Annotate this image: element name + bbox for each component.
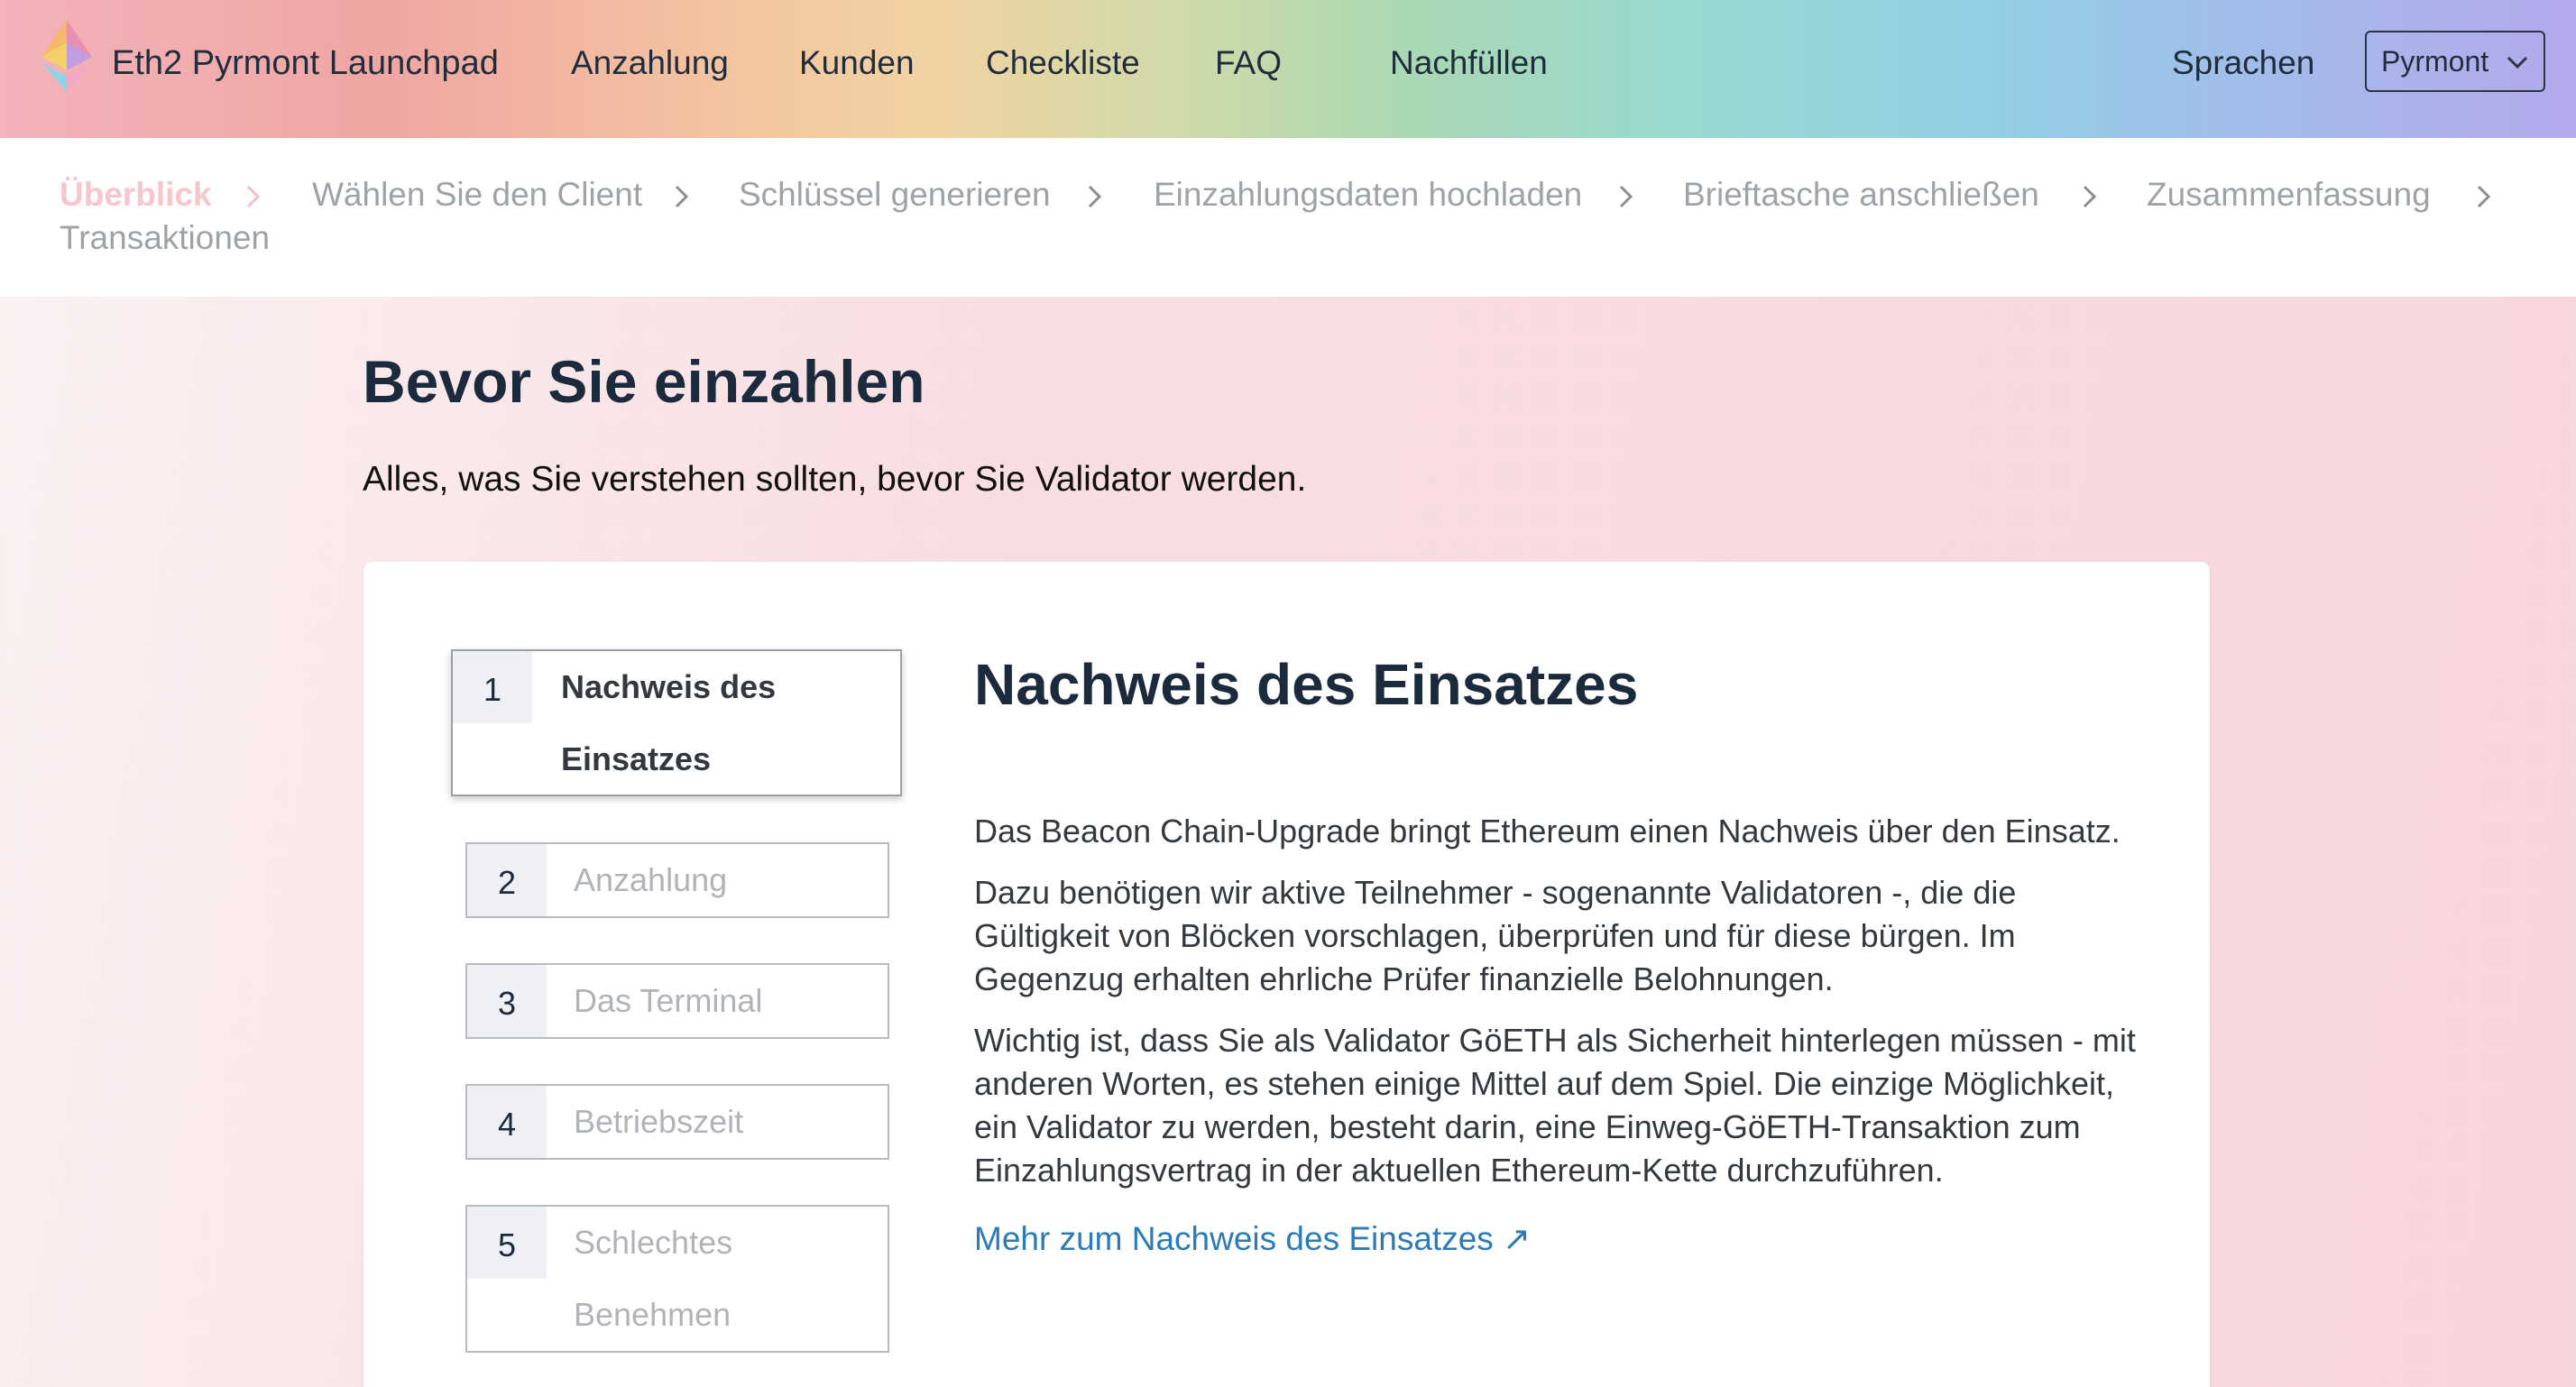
page-title: Bevor Sie einzahlen	[363, 348, 925, 415]
tab-anzahlung[interactable]: 2 Anzahlung	[465, 842, 889, 918]
nav-faq[interactable]: FAQ	[1215, 0, 1282, 126]
chevron-right-icon	[246, 185, 261, 208]
step-transaktionen[interactable]: Transaktionen	[60, 219, 270, 257]
step-ueberblick[interactable]: Überblick	[60, 176, 212, 214]
nav-anzahlung[interactable]: Anzahlung	[571, 0, 729, 126]
chevron-right-icon	[2477, 185, 2491, 208]
tab-label: Anzahlung	[574, 861, 728, 898]
top-navigation-bar: Eth2 Pyrmont Launchpad Anzahlung Kunden …	[0, 0, 2576, 138]
language-link[interactable]: Sprachen	[2172, 0, 2314, 126]
step-zusammenfassung[interactable]: Zusammenfassung	[2147, 176, 2431, 214]
tab-number: 1	[453, 651, 532, 723]
network-select[interactable]: Pyrmont	[2365, 31, 2545, 92]
ethereum-logo-icon[interactable]	[41, 20, 92, 92]
tab-number: 3	[467, 965, 547, 1037]
nav-kunden[interactable]: Kunden	[799, 0, 915, 126]
tab-label: Betriebszeit	[574, 1103, 744, 1140]
more-info-link[interactable]: Mehr zum Nachweis des Einsatzes ↗	[974, 1219, 1531, 1258]
steps-breadcrumb: Überblick Wählen Sie den Client Schlüsse…	[0, 138, 2576, 297]
step-einzahlungsdaten[interactable]: Einzahlungsdaten hochladen	[1154, 176, 1582, 214]
paragraph: Das Beacon Chain-Upgrade bringt Ethereum…	[974, 813, 2121, 850]
network-select-value: Pyrmont	[2381, 45, 2489, 78]
step-client[interactable]: Wählen Sie den Client	[312, 176, 642, 214]
tab-number: 4	[467, 1086, 547, 1158]
step-schluessel[interactable]: Schlüssel generieren	[739, 176, 1051, 214]
page-subtitle: Alles, was Sie verstehen sollten, bevor …	[363, 460, 1307, 499]
tab-terminal[interactable]: 3 Das Terminal	[465, 963, 889, 1039]
step-brieftasche[interactable]: Brieftasche anschließen	[1683, 176, 2039, 214]
chevron-right-icon	[1619, 185, 1633, 208]
tab-label: Schlechtes Benehmen	[574, 1224, 733, 1333]
chevron-right-icon	[2083, 185, 2097, 208]
nav-checkliste[interactable]: Checkliste	[986, 0, 1140, 126]
nav-nachfuellen[interactable]: Nachfüllen	[1390, 0, 1548, 126]
chevron-right-icon	[1088, 185, 1102, 208]
tab-label: Das Terminal	[574, 982, 763, 1019]
tab-betriebszeit[interactable]: 4 Betriebszeit	[465, 1084, 889, 1160]
brand-title[interactable]: Eth2 Pyrmont Launchpad	[112, 0, 499, 126]
chevron-down-icon	[2507, 56, 2528, 69]
paragraph: Dazu benötigen wir aktive Teilnehmer - s…	[974, 874, 2017, 997]
tab-label: Nachweis des Einsatzes	[561, 668, 777, 777]
section-title: Nachweis des Einsatzes	[974, 652, 1639, 717]
tab-schlechtes-benehmen[interactable]: 5 Schlechtes Benehmen	[465, 1205, 889, 1353]
tab-number: 2	[467, 844, 547, 916]
chevron-right-icon	[675, 185, 689, 208]
paragraph: Wichtig ist, dass Sie als Validator GöET…	[974, 1022, 2136, 1189]
tab-number: 5	[467, 1207, 547, 1279]
tab-nachweis[interactable]: 1 Nachweis des Einsatzes	[451, 649, 902, 796]
